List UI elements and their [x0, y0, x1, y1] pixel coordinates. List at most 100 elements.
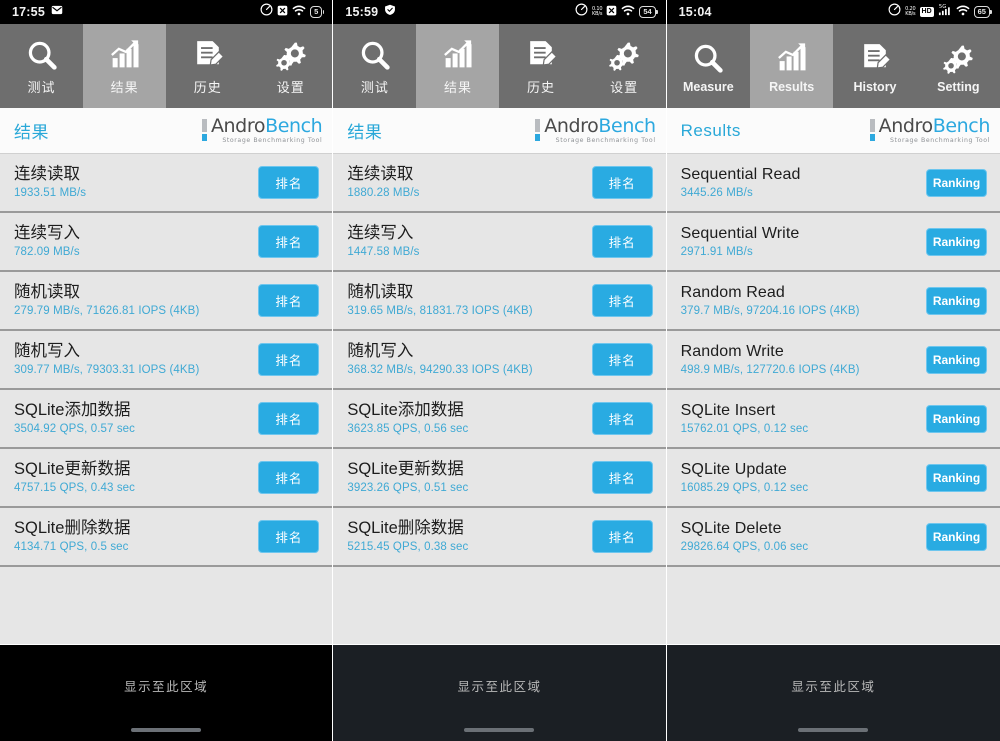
benchmark-value: 16085.29 QPS, 0.12 sec	[681, 481, 809, 495]
no-sim-icon	[277, 3, 288, 21]
logo-text: AndroBenchStorage Benchmarking Tool	[211, 117, 322, 144]
mail-icon	[51, 3, 63, 21]
page-title: 结果	[14, 118, 49, 143]
tab-bar-chart[interactable]: 结果	[83, 24, 166, 108]
benchmark-value: 309.77 MB/s, 79303.31 IOPS (4KB)	[14, 363, 199, 377]
ranking-button[interactable]: Ranking	[926, 523, 987, 551]
tab-label: History	[853, 80, 896, 94]
tab-label: Setting	[937, 80, 979, 94]
tab-document-pencil[interactable]: 历史	[166, 24, 249, 108]
results-list[interactable]: 连续读取1933.51 MB/s排名连续写入782.09 MB/s排名随机读取2…	[0, 154, 332, 644]
tab-label: 历史	[527, 77, 555, 96]
benchmark-value: 4757.15 QPS, 0.43 sec	[14, 481, 135, 495]
ranking-button[interactable]: Ranking	[926, 464, 987, 492]
benchmark-value: 368.32 MB/s, 94290.33 IOPS (4KB)	[347, 363, 532, 377]
ranking-button[interactable]: 排名	[592, 402, 653, 435]
ranking-button[interactable]: 排名	[592, 284, 653, 317]
magnifier-icon	[25, 36, 59, 74]
ranking-button[interactable]: 排名	[258, 284, 319, 317]
status-bar-right: 5	[260, 3, 322, 21]
wifi-icon	[956, 3, 970, 21]
app-header: 结果 AndroBenchStorage Benchmarking Tool	[0, 108, 332, 154]
result-row-texts: SQLite Update 16085.29 QPS, 0.12 sec	[681, 460, 809, 495]
tab-bar-chart[interactable]: Results	[750, 24, 833, 108]
result-row-texts: SQLite Insert15762.01 QPS, 0.12 sec	[681, 401, 809, 436]
tab-magnifier[interactable]: Measure	[667, 24, 750, 108]
ranking-button[interactable]: Ranking	[926, 346, 987, 374]
logo-mark	[202, 119, 207, 141]
crop-hint-text: 显示至此区域	[124, 676, 208, 695]
ranking-button[interactable]: 排名	[258, 402, 319, 435]
page-title: Results	[681, 121, 741, 141]
home-indicator[interactable]	[464, 728, 534, 732]
benchmark-name: SQLite Update	[681, 460, 809, 479]
tab-magnifier[interactable]: 测试	[333, 24, 416, 108]
benchmark-name: SQLite更新数据	[347, 460, 468, 479]
status-bar-right: 0.20KB/sHD5G65	[888, 3, 990, 21]
ranking-button[interactable]: Ranking	[926, 287, 987, 315]
logo-tagline: Storage Benchmarking Tool	[879, 138, 990, 144]
tab-bar: 测试结果历史 设置	[333, 24, 665, 108]
benchmark-value: 279.79 MB/s, 71626.81 IOPS (4KB)	[14, 304, 199, 318]
result-row: 随机读取279.79 MB/s, 71626.81 IOPS (4KB) 排名	[0, 272, 332, 331]
result-row: 连续读取1933.51 MB/s排名	[0, 154, 332, 213]
result-row: SQLite删除数据4134.71 QPS, 0.5 sec排名	[0, 508, 332, 567]
tab-gears[interactable]: 设置	[249, 24, 332, 108]
logo-tagline: Storage Benchmarking Tool	[544, 138, 655, 144]
tab-label: 测试	[28, 77, 56, 96]
screen-left: 17:555测试结果历史设置结果AndroBenchStorage Benchm…	[0, 0, 333, 741]
gears-icon	[941, 39, 975, 77]
ranking-button[interactable]: 排名	[592, 225, 653, 258]
ranking-button[interactable]: 排名	[258, 343, 319, 376]
benchmark-value: 1447.58 MB/s	[347, 245, 419, 259]
result-row: Sequential Read3445.26 MB/sRanking	[667, 154, 1000, 213]
ranking-button[interactable]: 排名	[258, 520, 319, 553]
tab-document-pencil[interactable]: History	[833, 24, 916, 108]
logo-word-andro: Andro	[879, 115, 933, 137]
status-bar: 17:55 5	[0, 0, 332, 24]
result-row: SQLite更新数据4757.15 QPS, 0.43 sec排名	[0, 449, 332, 508]
app-header: 结果AndroBenchStorage Benchmarking Tool	[333, 108, 665, 154]
tab-gears[interactable]: Setting	[917, 24, 1000, 108]
ranking-button[interactable]: 排名	[592, 520, 653, 553]
tab-bar-chart[interactable]: 结果	[416, 24, 499, 108]
tab-magnifier[interactable]: 测试	[0, 24, 83, 108]
result-row-texts: 随机读取279.79 MB/s, 71626.81 IOPS (4KB)	[14, 283, 199, 318]
benchmark-value: 4134.71 QPS, 0.5 sec	[14, 540, 130, 554]
result-row: 连续写入1447.58 MB/s排名	[333, 213, 665, 272]
home-indicator[interactable]	[798, 728, 868, 732]
ranking-button[interactable]: 排名	[592, 166, 653, 199]
tab-label: 结果	[111, 77, 139, 96]
tab-document-pencil[interactable]: 历史	[499, 24, 582, 108]
tab-bar: 测试 结果 历史设置	[0, 24, 332, 108]
magnifier-icon	[358, 36, 392, 74]
result-row-texts: 连续读取1880.28 MB/s	[347, 165, 419, 200]
logo-word-andro: Andro	[544, 115, 598, 137]
ranking-button[interactable]: 排名	[592, 461, 653, 494]
home-indicator[interactable]	[131, 728, 201, 732]
tab-gears[interactable]: 设置	[583, 24, 666, 108]
result-row: Random Read379.7 MB/s, 97204.16 IOPS (4K…	[667, 272, 1000, 331]
results-list[interactable]: 连续读取1880.28 MB/s排名连续写入1447.58 MB/s排名随机读取…	[333, 154, 665, 644]
speed-meter-icon	[260, 3, 273, 21]
androbench-logo: AndroBenchStorage Benchmarking Tool	[202, 117, 322, 144]
net-speed-icon: 0.20KB/s	[905, 7, 915, 18]
logo-text: AndroBenchStorage Benchmarking Tool	[544, 117, 655, 144]
ranking-button[interactable]: 排名	[258, 225, 319, 258]
ranking-button[interactable]: 排名	[258, 461, 319, 494]
results-list[interactable]: Sequential Read3445.26 MB/sRanking Sequen…	[667, 154, 1000, 644]
wifi-icon	[621, 3, 635, 21]
ranking-button[interactable]: Ranking	[926, 228, 987, 256]
ranking-button[interactable]: Ranking	[926, 169, 987, 197]
screen-middle: 15:590.10KB/s54测试结果历史设置结果AndroBenchStora…	[333, 0, 666, 741]
tab-bar: Measure Results History Setting	[667, 24, 1000, 108]
ranking-button[interactable]: 排名	[258, 166, 319, 199]
benchmark-name: 随机写入	[347, 342, 532, 361]
ranking-button[interactable]: 排名	[592, 343, 653, 376]
benchmark-name: 连续写入	[14, 224, 80, 243]
tab-label: Results	[769, 80, 814, 94]
benchmark-name: SQLite添加数据	[347, 401, 468, 420]
benchmark-name: Sequential Write	[681, 224, 800, 243]
ranking-button[interactable]: Ranking	[926, 405, 987, 433]
status-time: 17:55	[12, 5, 45, 19]
